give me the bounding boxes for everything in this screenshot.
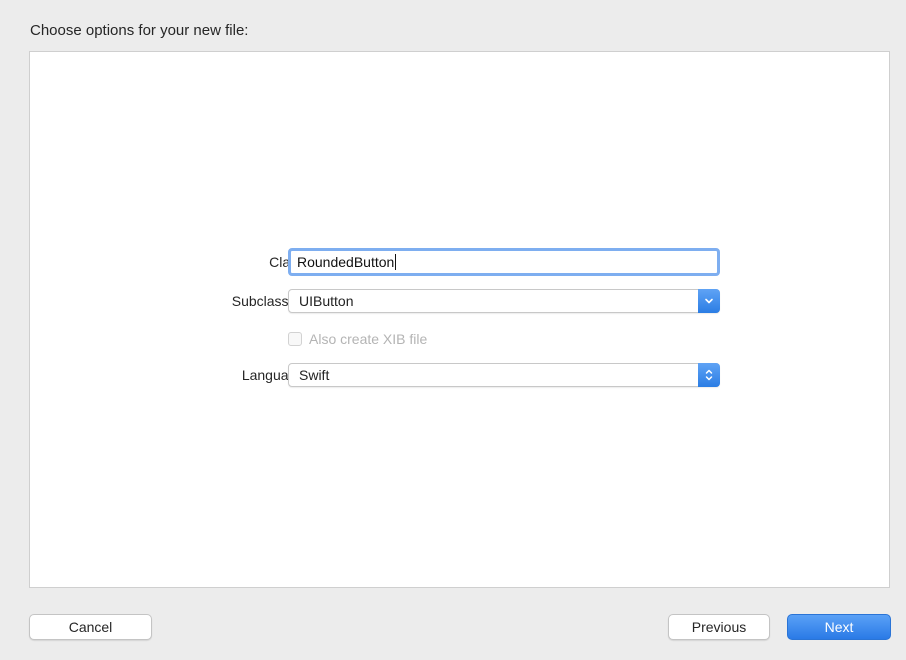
xib-checkbox[interactable]	[288, 332, 302, 346]
cancel-button[interactable]: Cancel	[29, 614, 152, 640]
options-panel: Class: RoundedButton Subclass of: UIButt…	[29, 51, 890, 588]
next-button[interactable]: Next	[787, 614, 891, 640]
language-popup-button[interactable]	[698, 363, 720, 387]
xib-checkbox-label: Also create XIB file	[309, 331, 428, 347]
subclass-row: Subclass of: UIButton	[30, 286, 891, 316]
also-create-xib-option[interactable]: Also create XIB file	[288, 324, 427, 354]
subclass-combobox[interactable]: UIButton	[288, 289, 720, 313]
dialog-title: Choose options for your new file:	[30, 22, 249, 39]
chevron-down-icon	[705, 298, 713, 304]
class-row: Class: RoundedButton	[30, 247, 891, 277]
new-file-options-dialog: Choose options for your new file: Class:…	[0, 0, 906, 660]
xib-row: Also create XIB file	[30, 324, 891, 354]
subclass-value: UIButton	[299, 293, 354, 309]
language-popup[interactable]: Swift	[288, 363, 720, 387]
class-name-input[interactable]: RoundedButton	[288, 248, 720, 276]
language-row: Language: Swift	[30, 360, 891, 390]
class-name-value: RoundedButton	[297, 254, 395, 270]
subclass-dropdown-button[interactable]	[698, 289, 720, 313]
text-caret	[395, 254, 397, 270]
language-value: Swift	[299, 367, 330, 383]
previous-button[interactable]: Previous	[668, 614, 770, 640]
up-down-chevron-icon	[705, 369, 713, 381]
